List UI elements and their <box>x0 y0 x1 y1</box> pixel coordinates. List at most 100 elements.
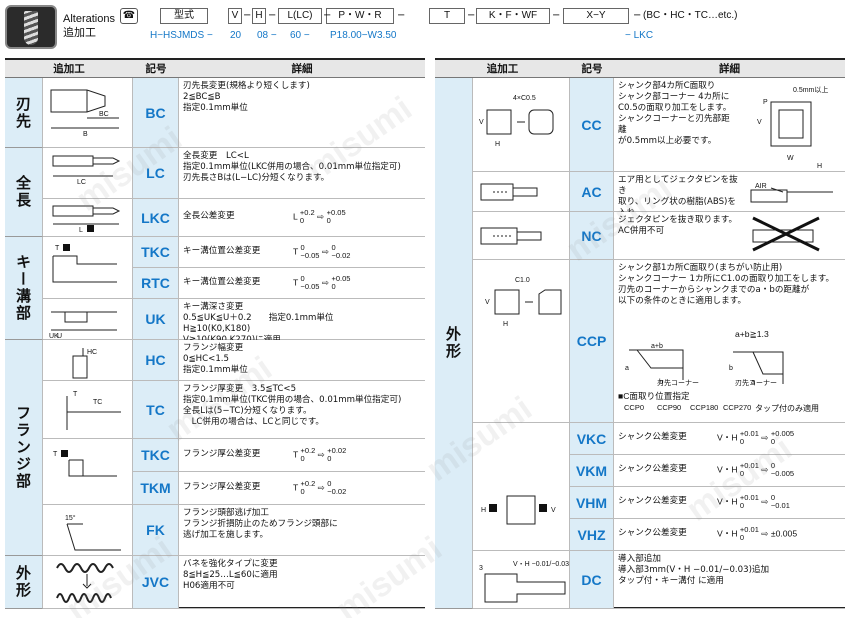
example-part: H−HSJMDS − <box>150 30 213 41</box>
ccp-option: CCP270 <box>723 403 752 412</box>
alteration-code: CC <box>570 78 614 172</box>
category-outer: 外形 <box>435 78 473 609</box>
svg-text:V: V <box>551 507 556 514</box>
length-figure: LC <box>52 155 121 186</box>
alteration-detail: フランジ厚変更 3.5≦TC<5 指定0.1mm単位(TKC併用の場合、0.01… <box>183 384 402 427</box>
svg-text:b: b <box>729 365 733 372</box>
left-table: 追加工 記号 詳細 刃先 全長 キー溝部 フランジ部 外形 BC 刃先長変更(規格より短くし… <box>5 58 425 609</box>
alteration-detail: 全長変更 LC<L 指定0.1mm単位(LKC併用の場合、0.01mm単位指定可… <box>183 151 401 183</box>
example-part: 20 <box>230 30 242 41</box>
example-part: − LKC <box>625 30 654 41</box>
alteration-code: TKC <box>133 237 179 268</box>
tolerance: T +0.2 0 ⇨ 0 −0.02 <box>293 478 347 496</box>
col-code: 記号 <box>145 63 167 75</box>
alteration-code: HC <box>133 340 179 381</box>
svg-text:BC: BC <box>99 111 109 118</box>
code-box-5: T <box>429 8 465 24</box>
svg-text:a+b: a+b <box>651 343 663 350</box>
code-box-6: K・F・WF <box>476 8 550 24</box>
svg-text:T: T <box>53 451 58 458</box>
code-dash: − <box>323 10 332 21</box>
svg-text:W: W <box>787 155 794 162</box>
svg-text:H: H <box>817 163 822 170</box>
svg-text:V・H −0.01/−0.03: V・H −0.01/−0.03 <box>513 561 569 568</box>
tolerance: V・H +0.01 0 ⇨ ±0.005 <box>717 525 798 542</box>
svg-text:C1.0: C1.0 <box>515 277 530 284</box>
svg-text:L: L <box>79 227 83 234</box>
code-box-1: V <box>228 8 242 24</box>
ccp-option: CCP90 <box>657 403 682 412</box>
code-box-3: L(LC) <box>278 8 322 24</box>
alteration-detail: エア用としてジェクタピンを抜き 取り、リング状の樹脂(ABS)を入れ て内側から… <box>618 175 738 212</box>
alteration-code: LC <box>133 148 179 199</box>
alteration-code: VKC <box>570 423 614 455</box>
cc-detail-figure: 0.5mm以上 V W H P <box>757 85 828 170</box>
tip-figure: BC B <box>50 89 119 138</box>
svg-text:T: T <box>55 245 60 252</box>
alteration-code: VKM <box>570 455 614 487</box>
right-table-header: 追加工 記号 詳細 <box>435 60 845 78</box>
alteration-code: CCP <box>570 260 614 423</box>
category-2: キー溝部 <box>5 237 43 340</box>
cc-figure: 4×C0.5 V H <box>479 95 554 148</box>
code-tail: (BC・HC・TC…etc.) <box>643 10 738 21</box>
svg-text:LC: LC <box>77 179 86 186</box>
alteration-code: DC <box>570 551 614 609</box>
svg-text:V: V <box>479 119 484 126</box>
ccp-note: タップ付のみ適用 <box>755 404 819 413</box>
flange-thick-figure: T TC <box>66 391 121 430</box>
alteration-code: JVC <box>133 556 179 609</box>
col-detail: 詳細 <box>291 63 313 75</box>
keyway-figure: T <box>52 244 117 283</box>
flange-width-figure: HC <box>72 348 97 379</box>
svg-text:B: B <box>83 131 88 138</box>
alteration-detail: フランジ幅変更 0≦HC<1.5 指定0.1mm単位 <box>183 343 248 375</box>
ac-air-figure: AIR <box>750 183 833 203</box>
svg-text:HC: HC <box>87 349 97 356</box>
alteration-code: AC <box>570 172 614 212</box>
svg-text:T: T <box>73 391 78 398</box>
category-3: フランジ部 <box>5 340 43 556</box>
ac-figure <box>480 183 538 201</box>
alteration-code: VHZ <box>570 519 614 551</box>
code-box-4: P・W・R <box>326 8 394 24</box>
svg-text:AIR: AIR <box>755 183 767 190</box>
svg-text:3: 3 <box>479 565 483 572</box>
col-alteration: 追加工 <box>486 63 519 75</box>
svg-text:15°: 15° <box>65 514 76 522</box>
tolerance: L +0.2 0 ⇨ +0.05 0 <box>293 208 346 225</box>
alteration-code: NC <box>570 212 614 260</box>
phone-icon: ☎ <box>120 8 138 24</box>
col-detail: 詳細 <box>719 63 740 75</box>
alteration-code: UK <box>133 299 179 340</box>
svg-text:P: P <box>763 99 768 106</box>
code-box-7: X−Y <box>563 8 629 24</box>
tolerance: T +0.2 0 ⇨ +0.02 0 <box>293 445 347 463</box>
svg-text:H: H <box>481 507 486 514</box>
header-title: Alterations 追加工 <box>63 13 115 39</box>
code-dash: − <box>467 10 476 21</box>
tolerance: V・H +0.01 0 ⇨ +0.005 0 <box>717 429 795 446</box>
flange-relief-figure: 15° <box>65 514 121 551</box>
ccp-position-label: ■C面取り位置指定 <box>618 391 690 401</box>
nc-pin-figure <box>752 216 820 252</box>
ccp-condition: a+b≧1.3 <box>735 329 769 339</box>
spring-figure <box>56 563 114 603</box>
keyway-depth-figure: UKU <box>49 311 117 340</box>
svg-text:a: a <box>625 365 629 372</box>
example-part: 60 − <box>290 30 310 41</box>
nc-figure <box>480 227 542 245</box>
tolerance: T 0 −0.05 ⇨ 0 −0.02 <box>293 242 351 260</box>
svg-text:b: b <box>659 379 663 386</box>
vh-figure: HV <box>481 495 556 525</box>
svg-text:V: V <box>757 119 762 126</box>
alteration-code: TC <box>133 381 179 439</box>
alteration-detail: シャンク部4カ所C面取り シャンク部コーナー 4カ所に C0.5の面取り加工をし… <box>618 81 732 146</box>
code-dash: − <box>268 10 277 21</box>
tolerance: V・H +0.01 0 ⇨ 0 −0.01 <box>717 493 790 510</box>
ccp-option: CCP0 <box>624 403 645 412</box>
tolerance: V・H +0.01 0 ⇨ 0 −0.005 <box>717 461 795 478</box>
alteration-detail: バネを強化タイプに変更 8≦H≦25…L≦60に適用 H06適用不可 <box>183 559 278 591</box>
alterations-icon <box>5 5 57 49</box>
svg-text:V: V <box>485 299 490 306</box>
